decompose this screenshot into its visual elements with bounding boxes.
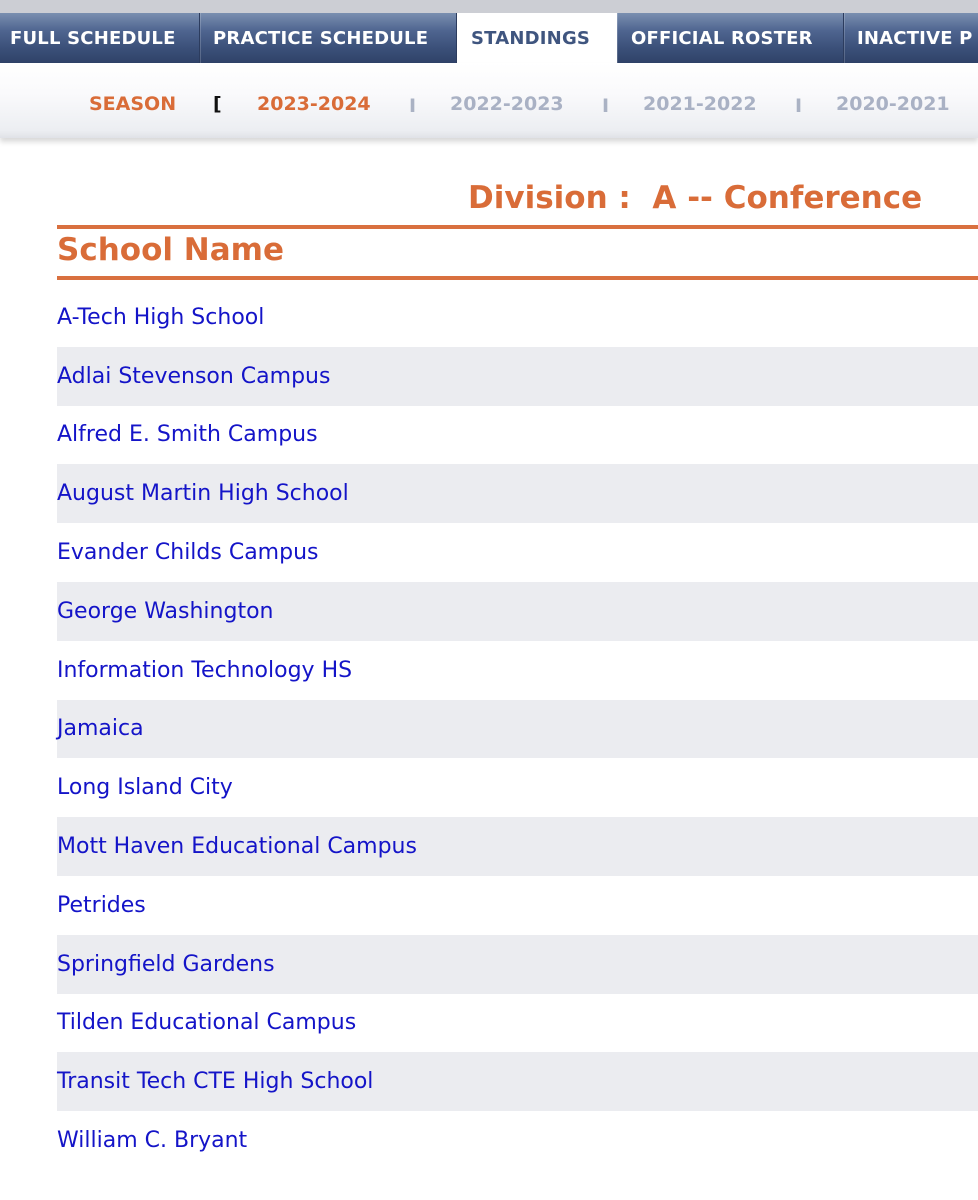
- table-row: Jamaica: [57, 699, 978, 759]
- school-link[interactable]: August Martin High School: [57, 481, 349, 506]
- table-row: William C. Bryant: [57, 1111, 978, 1170]
- table-row: A-Tech High School: [57, 288, 978, 347]
- table-row: George Washington: [57, 581, 978, 641]
- school-link[interactable]: A-Tech High School: [57, 305, 264, 330]
- tab-full-schedule[interactable]: FULL SCHEDULE: [0, 13, 200, 63]
- header-divider-top: [57, 225, 978, 229]
- table-row: Petrides: [57, 876, 978, 935]
- top-strip: [0, 0, 978, 14]
- season-link-2022-2023[interactable]: 2022-2023: [450, 93, 564, 115]
- tab-practice-schedule[interactable]: PRACTICE SCHEDULE: [200, 13, 457, 63]
- tab-standings[interactable]: STANDINGS: [457, 13, 617, 63]
- table-row: Springfield Gardens: [57, 934, 978, 994]
- school-link[interactable]: Jamaica: [57, 716, 144, 741]
- season-link-2023-2024[interactable]: 2023-2024: [257, 93, 371, 115]
- school-link[interactable]: Adlai Stevenson Campus: [57, 364, 330, 389]
- main-nav-tabs: FULL SCHEDULE PRACTICE SCHEDULE STANDING…: [0, 13, 978, 63]
- header-divider-bottom: [57, 276, 978, 280]
- table-row: Tilden Educational Campus: [57, 994, 978, 1053]
- tab-official-roster[interactable]: OFFICIAL ROSTER: [617, 13, 844, 63]
- division-title: Division : A -- Conference: [468, 180, 923, 216]
- school-link[interactable]: Alfred E. Smith Campus: [57, 422, 318, 447]
- school-link[interactable]: William C. Bryant: [57, 1128, 247, 1153]
- table-row: Long Island City: [57, 758, 978, 817]
- school-link[interactable]: Transit Tech CTE High School: [57, 1069, 373, 1094]
- table-row: Information Technology HS: [57, 641, 978, 700]
- table-row: Alfred E. Smith Campus: [57, 406, 978, 465]
- table-row: August Martin High School: [57, 464, 978, 524]
- season-separator: I: [795, 95, 803, 117]
- school-link[interactable]: Springfield Gardens: [57, 952, 275, 977]
- school-link[interactable]: Long Island City: [57, 775, 233, 800]
- school-link[interactable]: George Washington: [57, 599, 273, 624]
- column-header-school-name[interactable]: School Name: [57, 232, 284, 268]
- school-link[interactable]: Tilden Educational Campus: [57, 1010, 356, 1035]
- table-row: Evander Childs Campus: [57, 523, 978, 582]
- table-row: Adlai Stevenson Campus: [57, 346, 978, 406]
- school-link[interactable]: Petrides: [57, 893, 146, 918]
- season-label: SEASON: [89, 93, 177, 115]
- standings-table: A-Tech High School Adlai Stevenson Campu…: [57, 288, 978, 1170]
- season-selector-bar: SEASON [ 2023-2024 I 2022-2023 I 2021-20…: [0, 63, 978, 138]
- season-link-2021-2022[interactable]: 2021-2022: [643, 93, 757, 115]
- tab-inactive-players[interactable]: INACTIVE P: [844, 13, 978, 63]
- school-link[interactable]: Mott Haven Educational Campus: [57, 834, 417, 859]
- school-link[interactable]: Information Technology HS: [57, 658, 352, 683]
- season-separator: I: [602, 95, 610, 117]
- season-separator: I: [409, 95, 417, 117]
- school-link[interactable]: Evander Childs Campus: [57, 540, 318, 565]
- table-row: Transit Tech CTE High School: [57, 1052, 978, 1112]
- season-link-2020-2021[interactable]: 2020-2021: [836, 93, 950, 115]
- table-row: Mott Haven Educational Campus: [57, 817, 978, 876]
- season-bracket: [: [213, 93, 222, 115]
